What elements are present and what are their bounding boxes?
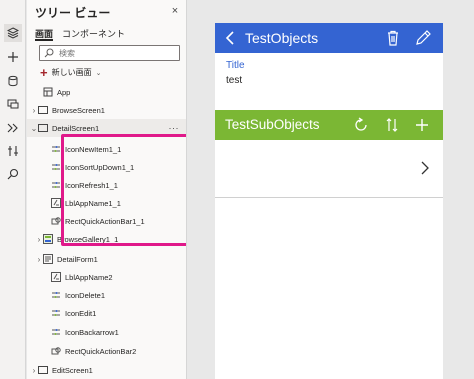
tree-item-label: EditScreen1 <box>52 365 93 375</box>
new-screen-label: 新しい画面 <box>51 68 92 77</box>
tree-item-label: RectQuickActionBar1_1 <box>65 216 145 226</box>
chevron-right-icon[interactable] <box>420 160 430 178</box>
field-label-title: Title <box>226 60 245 71</box>
close-icon[interactable]: × <box>168 4 182 18</box>
tree-item-label: LblAppName2 <box>65 272 113 282</box>
tree-item-detailscreen1[interactable]: ⌄ DetailScreen1 ··· <box>27 119 186 137</box>
left-rail <box>0 0 26 379</box>
add-item-icon[interactable] <box>414 117 430 135</box>
screen-icon <box>38 365 48 375</box>
search-icon[interactable] <box>4 165 22 183</box>
tree-item-label: IconRefresh1_1 <box>65 180 118 190</box>
subobjects-gallery[interactable] <box>215 140 443 198</box>
icon-control-icon <box>51 180 61 190</box>
tree-item-app[interactable]: App <box>27 83 186 101</box>
tree-item-rectquickactionbar1-1[interactable]: RectQuickActionBar1_1 <box>27 212 186 230</box>
tree-item-label: BrowseScreen1 <box>52 105 105 115</box>
chevron-right-icon[interactable]: › <box>30 366 38 375</box>
form-icon <box>43 254 53 264</box>
data-icon[interactable] <box>4 72 22 90</box>
app-screen-preview: TestObjects Title test TestSubObjects <box>215 23 443 379</box>
tree-item-icondelete1[interactable]: IconDelete1 <box>27 286 186 304</box>
insert-icon[interactable] <box>4 48 22 66</box>
icon-control-icon <box>51 290 61 300</box>
header-title: TestObjects <box>245 30 319 46</box>
tree-item-label: IconSortUpDown1_1 <box>65 162 135 172</box>
edit-pencil-icon[interactable] <box>415 30 431 48</box>
detail-header-bar: TestObjects <box>215 23 443 53</box>
chevron-right-icon[interactable]: › <box>35 235 43 244</box>
advanced-tools-icon[interactable] <box>4 119 22 137</box>
tree-item-browsescreen1[interactable]: › BrowseScreen1 <box>27 101 186 119</box>
chevron-right-icon[interactable]: › <box>35 255 43 264</box>
tree-item-iconbackarrow1[interactable]: IconBackarrow1 <box>27 323 186 341</box>
tree-item-label: IconBackarrow1 <box>65 327 119 337</box>
app-icon <box>43 87 53 97</box>
tree-item-label: DetailForm1 <box>57 254 98 264</box>
panel-title: ツリー ビュー <box>35 6 111 20</box>
sort-up-down-icon[interactable] <box>386 117 398 135</box>
tree-item-label: RectQuickActionBar2 <box>65 346 137 356</box>
icon-control-icon <box>51 327 61 337</box>
tree-item-label: IconNewItem1_1 <box>65 144 122 154</box>
tree-item-label: IconDelete1 <box>65 290 106 300</box>
chevron-down-icon[interactable]: ⌄ <box>30 124 38 133</box>
tree-item-iconnewitem1-1[interactable]: IconNewItem1_1 <box>27 140 186 158</box>
chevron-down-icon: ⌄ <box>95 69 102 77</box>
tree-item-editscreen1[interactable]: › EditScreen1 <box>27 361 186 379</box>
tree-item-iconsortupdown1-1[interactable]: IconSortUpDown1_1 <box>27 158 186 176</box>
tree-view-panel: ツリー ビュー × 画面 コンポーネント + 新しい画面 ⌄ App › Bro… <box>27 0 187 379</box>
tree-item-detailform1[interactable]: › DetailForm1 <box>27 250 186 268</box>
tree-item-lblappname1-1[interactable]: LblAppName1_1 <box>27 194 186 212</box>
media-icon[interactable] <box>4 95 22 113</box>
icon-control-icon <box>51 308 61 318</box>
tree-item-label: DetailScreen1 <box>52 123 100 133</box>
tree-item-browsegallery1-1[interactable]: › BrowseGallery1_1 <box>27 230 186 248</box>
rectangle-icon <box>51 216 61 226</box>
tree-item-label: BrowseGallery1_1 <box>57 234 119 244</box>
subobjects-header-bar: TestSubObjects <box>215 110 443 140</box>
trash-icon[interactable] <box>386 30 400 48</box>
rectangle-icon <box>51 346 61 356</box>
tree-view-icon[interactable] <box>4 24 22 42</box>
tree-item-label: App <box>57 87 71 97</box>
tree-item-rectquickactionbar2[interactable]: RectQuickActionBar2 <box>27 342 186 360</box>
tree-item-label: LblAppName1_1 <box>65 198 121 208</box>
tree-item-iconrefresh1-1[interactable]: IconRefresh1_1 <box>27 176 186 194</box>
screen-icon <box>38 105 48 115</box>
tab-components[interactable]: コンポーネント <box>62 27 125 40</box>
tree-item-label: IconEdit1 <box>65 308 97 318</box>
subobjects-title: TestSubObjects <box>225 117 320 132</box>
more-options-icon[interactable]: ··· <box>169 123 180 133</box>
search-box[interactable] <box>39 45 180 61</box>
design-canvas: TestObjects Title test TestSubObjects <box>188 0 474 379</box>
chevron-right-icon[interactable]: › <box>30 106 38 115</box>
icon-control-icon <box>51 162 61 172</box>
label-icon <box>51 198 61 208</box>
plus-icon: + <box>40 64 48 80</box>
tree-item-iconedit1[interactable]: IconEdit1 <box>27 304 186 322</box>
screen-icon <box>38 123 48 133</box>
active-tab-indicator <box>35 39 53 41</box>
back-arrow-icon[interactable] <box>224 30 236 48</box>
search-input[interactable] <box>59 46 169 60</box>
search-icon <box>44 48 54 60</box>
icon-control-icon <box>51 144 61 154</box>
gallery-icon <box>43 234 53 244</box>
variables-icon[interactable] <box>4 142 22 160</box>
refresh-icon[interactable] <box>353 117 369 135</box>
new-screen-button[interactable]: + 新しい画面 ⌄ <box>40 64 102 80</box>
field-value-title: test <box>226 75 243 86</box>
label-icon <box>51 272 61 282</box>
tree-item-lblappname2[interactable]: LblAppName2 <box>27 268 186 286</box>
